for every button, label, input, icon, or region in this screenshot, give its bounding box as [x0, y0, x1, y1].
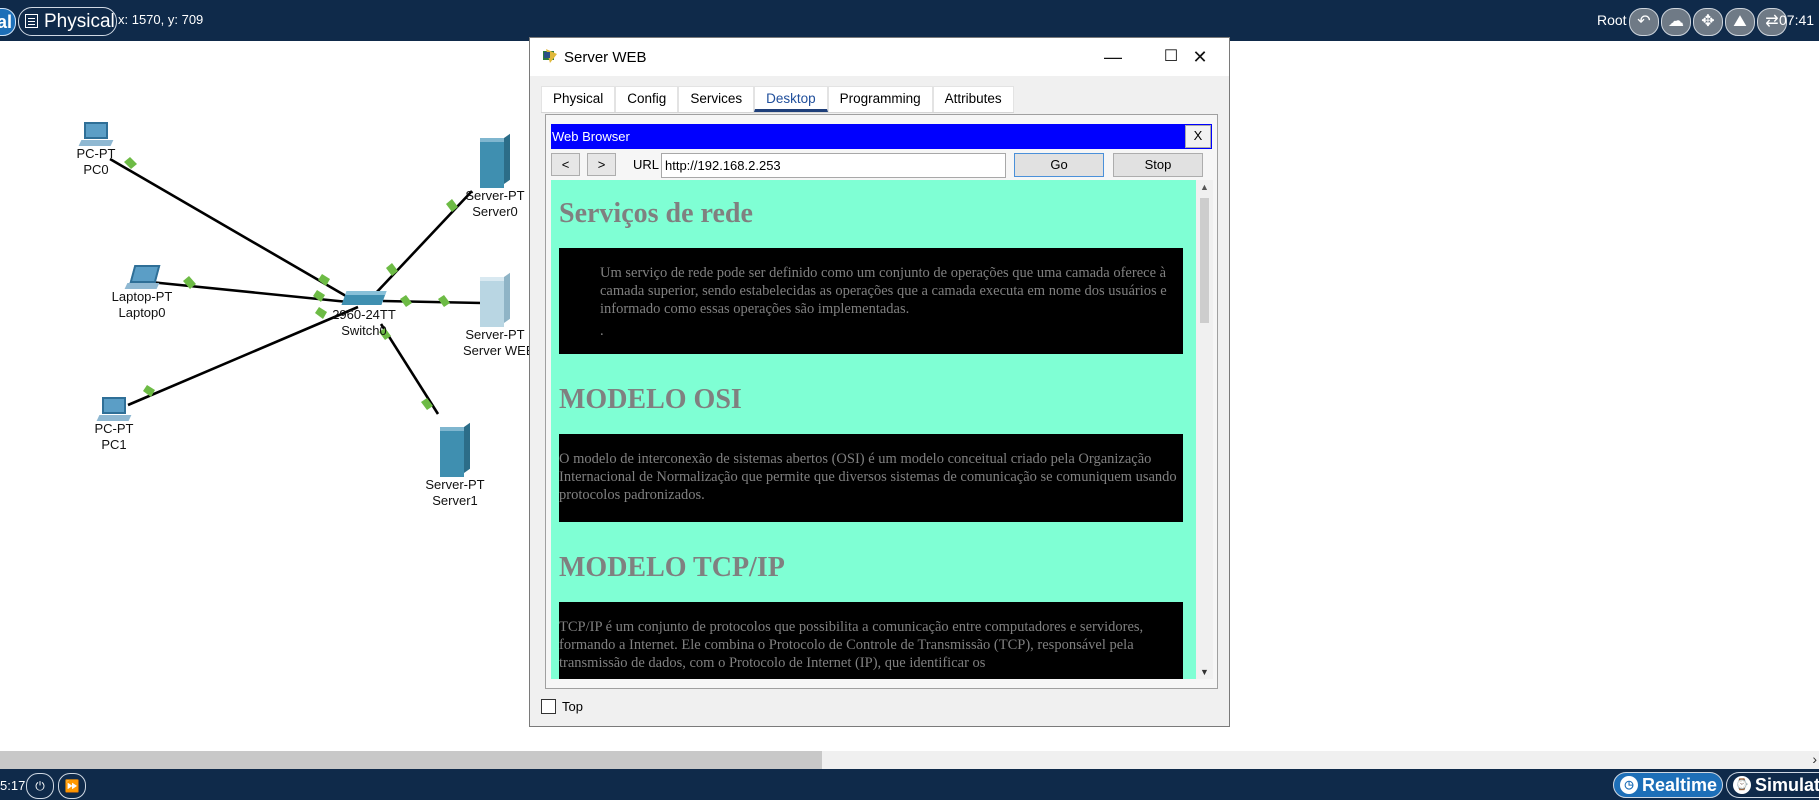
server-icon — [440, 422, 470, 477]
simulation-label: Simulation — [1755, 775, 1819, 795]
device-name: Switch0 — [341, 323, 387, 338]
tab-desktop[interactable]: Desktop — [754, 86, 828, 112]
page-paragraph-osi: O modelo de interconexão de sistemas abe… — [559, 451, 1177, 503]
device-type: PC-PT — [94, 421, 134, 436]
server-icon — [480, 133, 510, 188]
go-button[interactable]: Go — [1014, 153, 1104, 177]
device-type: Laptop-PT — [111, 289, 173, 304]
page-heading-servicos: Serviços de rede — [559, 198, 753, 229]
simulation-time: 5:17 — [0, 778, 26, 793]
server-icon — [480, 272, 510, 327]
root-label: Root — [1597, 12, 1627, 28]
tab-config[interactable]: Config — [615, 86, 679, 112]
top-checkbox[interactable] — [541, 699, 556, 714]
scroll-up-arrow-icon[interactable]: ▲ — [1200, 182, 1209, 192]
device-server1[interactable]: Server-PT Server1 — [423, 422, 487, 509]
clock: 07:41 — [1779, 12, 1815, 28]
cursor-coordinates: x: 1570, y: 709 — [118, 12, 204, 27]
realtime-label: Realtime — [1642, 775, 1718, 795]
device-name: PC1 — [101, 437, 127, 452]
device-server-web[interactable]: Server-PT Server WEB — [463, 272, 535, 359]
device-name: Laptop0 — [118, 305, 166, 320]
logical-view-label: al — [0, 12, 12, 32]
tab-attributes[interactable]: Attributes — [932, 86, 1014, 112]
url-label: URL — [633, 157, 660, 172]
minimize-button[interactable]: — — [1084, 38, 1142, 76]
switch-icon — [341, 285, 387, 307]
page-heading-osi: MODELO OSI — [559, 384, 742, 415]
laptop-icon — [124, 265, 161, 289]
page-box-tcpip: TCP/IP é um conjunto de protocolos que p… — [559, 602, 1183, 679]
server-web-window[interactable]: Server WEB — ☐ ✕ Physical Config Service… — [529, 37, 1230, 727]
device-type: 2960-24TT — [332, 307, 396, 322]
top-checkbox-label: Top — [562, 699, 583, 714]
scrollbar-thumb[interactable] — [1200, 198, 1209, 323]
cloud-icon[interactable]: ☁ — [1661, 8, 1691, 36]
device-name: Server WEB — [463, 343, 535, 358]
bottom-toolbar: 5:17 ⏻ ⏩ ◷ Realtime ⌚ Simulation — [0, 769, 1819, 800]
scroll-down-arrow-icon[interactable]: ▼ — [1200, 667, 1209, 677]
window-title: Server WEB — [564, 49, 647, 66]
device-pc0[interactable]: PC-PT PC0 — [75, 122, 117, 178]
url-input[interactable]: http://192.168.2.253 — [661, 153, 1006, 178]
device-pc1[interactable]: PC-PT PC1 — [93, 397, 135, 453]
close-button[interactable]: ✕ — [1171, 38, 1229, 76]
device-type: PC-PT — [76, 146, 116, 161]
logical-view-button[interactable]: al — [0, 8, 16, 36]
physical-view-button[interactable]: Physical — [18, 7, 117, 36]
page-paragraph-dot: . — [600, 323, 604, 339]
simulation-mode-button[interactable]: ⌚ Simulation — [1726, 772, 1819, 798]
stopwatch-icon: ⌚ — [1733, 776, 1751, 794]
page-paragraph-tcpip: TCP/IP é um conjunto de protocolos que p… — [559, 619, 1144, 671]
view-mode-label: Physical — [44, 11, 115, 32]
clock-icon: ◷ — [1620, 776, 1638, 794]
device-type: Server-PT — [465, 188, 525, 203]
tab-services[interactable]: Services — [678, 86, 755, 112]
horizontal-scrollbar-thumb[interactable] — [0, 751, 822, 769]
undo-icon[interactable]: ↶ — [1629, 8, 1659, 36]
desktop-panel: Web Browser X < > URL http://192.168.2.2… — [545, 114, 1218, 689]
web-browser-title: Web Browser — [552, 129, 630, 144]
page-paragraph-servicos: Um serviço de rede pode ser definido com… — [600, 265, 1167, 317]
device-type: Server-PT — [425, 477, 485, 492]
pc-icon — [96, 397, 132, 421]
device-server0[interactable]: Server-PT Server0 — [463, 133, 527, 220]
scroll-right-arrow-icon[interactable]: › — [1812, 751, 1817, 767]
window-tabs: Physical Config Services Desktop Program… — [541, 86, 1014, 113]
stop-button[interactable]: Stop — [1113, 153, 1203, 177]
power-cycle-icon[interactable]: ⏻ — [26, 773, 54, 799]
page-box-servicos: Um serviço de rede pode ser definido com… — [559, 248, 1183, 354]
grid-icon — [25, 14, 38, 28]
device-name: PC0 — [83, 162, 109, 177]
browser-viewport[interactable]: Serviços de rede Um serviço de rede pode… — [551, 180, 1196, 679]
device-name: Server1 — [432, 493, 478, 508]
realtime-mode-button[interactable]: ◷ Realtime — [1613, 772, 1723, 798]
tab-physical[interactable]: Physical — [541, 86, 616, 112]
device-switch0[interactable]: 2960-24TT Switch0 — [330, 285, 398, 339]
forward-button[interactable]: > — [587, 153, 616, 176]
landscape-icon[interactable]: ⛰ — [1725, 8, 1755, 36]
web-browser-close-button[interactable]: X — [1185, 125, 1211, 148]
pc-icon — [78, 122, 114, 146]
page-heading-tcpip: MODELO TCP/IP — [559, 552, 785, 583]
fast-forward-icon[interactable]: ⏩ — [58, 773, 86, 799]
tab-programming[interactable]: Programming — [827, 86, 933, 112]
device-type: Server-PT — [465, 327, 525, 342]
device-laptop0[interactable]: Laptop-PT Laptop0 — [111, 265, 173, 321]
browser-scrollbar[interactable]: ▲ ▼ — [1196, 180, 1213, 679]
link-pc1-switch — [127, 305, 359, 407]
web-browser-titlebar: Web Browser X — [551, 124, 1212, 149]
packet-tracer-icon — [543, 49, 557, 63]
back-button[interactable]: < — [551, 153, 580, 176]
window-titlebar[interactable]: Server WEB — ☐ ✕ — [530, 38, 1229, 76]
page-box-osi: O modelo de interconexão de sistemas abe… — [559, 434, 1183, 522]
top-toolbar: al Physical x: 1570, y: 709 Root ↶ ☁ ✥ ⛰… — [0, 0, 1819, 41]
move-icon[interactable]: ✥ — [1693, 8, 1723, 36]
horizontal-scrollbar[interactable]: › — [0, 751, 1819, 769]
device-name: Server0 — [472, 204, 518, 219]
